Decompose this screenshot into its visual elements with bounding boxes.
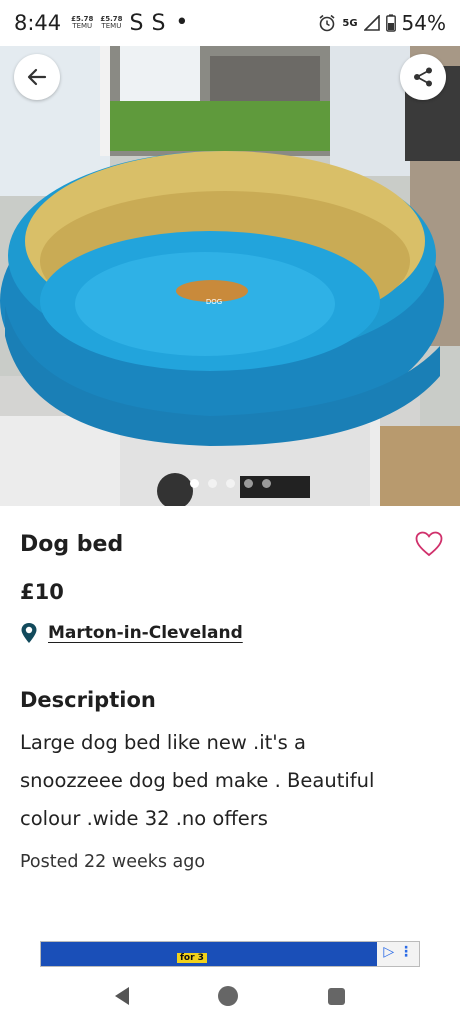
signal-icon xyxy=(363,15,380,31)
alarm-icon xyxy=(319,14,335,32)
nav-home-icon[interactable] xyxy=(218,986,239,1006)
battery-percent: 54% xyxy=(401,11,446,35)
battery-icon xyxy=(385,14,396,32)
nav-back-icon[interactable] xyxy=(114,987,129,1005)
ad-offer-text: for 3 xyxy=(177,953,207,963)
gallery-dot[interactable] xyxy=(243,479,253,488)
network-type: 5G xyxy=(342,17,358,29)
listing-details: Dog bed £10 Marton-in-Cleveland Descript… xyxy=(0,506,460,872)
description-line: colour .wide 32 .no offers xyxy=(20,807,268,830)
status-time: 8:44 xyxy=(14,11,62,35)
location-row[interactable]: Marton-in-Cleveland xyxy=(20,622,440,644)
system-nav-bar xyxy=(0,968,460,1024)
status-bar: 8:44 £5.78 TEMU £5.78 TEMU S S • 5G 54% xyxy=(0,0,460,46)
listing-photo[interactable]: DOG xyxy=(0,46,460,506)
heart-outline-icon xyxy=(415,531,443,557)
gallery-dots[interactable] xyxy=(0,479,460,488)
favourite-button[interactable] xyxy=(414,529,444,559)
listing-price: £10 xyxy=(20,580,64,604)
gallery-dot[interactable] xyxy=(261,479,271,488)
temu-notification-icon: £5.78 TEMU xyxy=(71,15,94,30)
description-line: Large dog bed like new .it's a xyxy=(20,731,306,754)
share-icon xyxy=(414,67,432,87)
map-pin-icon xyxy=(21,623,37,643)
adchoices-icon[interactable]: ▷ ⋮ xyxy=(383,944,413,960)
arrow-left-icon xyxy=(27,68,47,86)
gallery-dot[interactable] xyxy=(225,479,235,488)
share-button[interactable] xyxy=(400,54,446,100)
back-button[interactable] xyxy=(14,54,60,100)
dog-bed-image: DOG xyxy=(0,46,460,506)
gallery-dot[interactable] xyxy=(189,479,199,488)
description-line: snoozzeee dog bed make . Beautiful xyxy=(20,769,375,792)
more-notifications-dot: • xyxy=(175,10,189,35)
posted-date: Posted 22 weeks ago xyxy=(20,852,206,872)
s-notification-icon: S xyxy=(151,10,166,36)
ad-banner[interactable]: for 3 ▷ ⋮ xyxy=(40,941,420,967)
ad-image[interactable] xyxy=(41,942,377,966)
description-text: Large dog bed like new .it's a snoozzeee… xyxy=(20,724,440,838)
description-heading: Description xyxy=(20,688,156,712)
location-link[interactable]: Marton-in-Cleveland xyxy=(48,623,243,643)
listing-title: Dog bed xyxy=(20,531,124,557)
svg-text:DOG: DOG xyxy=(206,298,222,306)
s-notification-icon: S xyxy=(129,10,144,36)
gallery-dot[interactable] xyxy=(207,479,217,488)
temu-notification-icon: £5.78 TEMU xyxy=(100,15,123,30)
nav-recents-icon[interactable] xyxy=(328,987,346,1005)
